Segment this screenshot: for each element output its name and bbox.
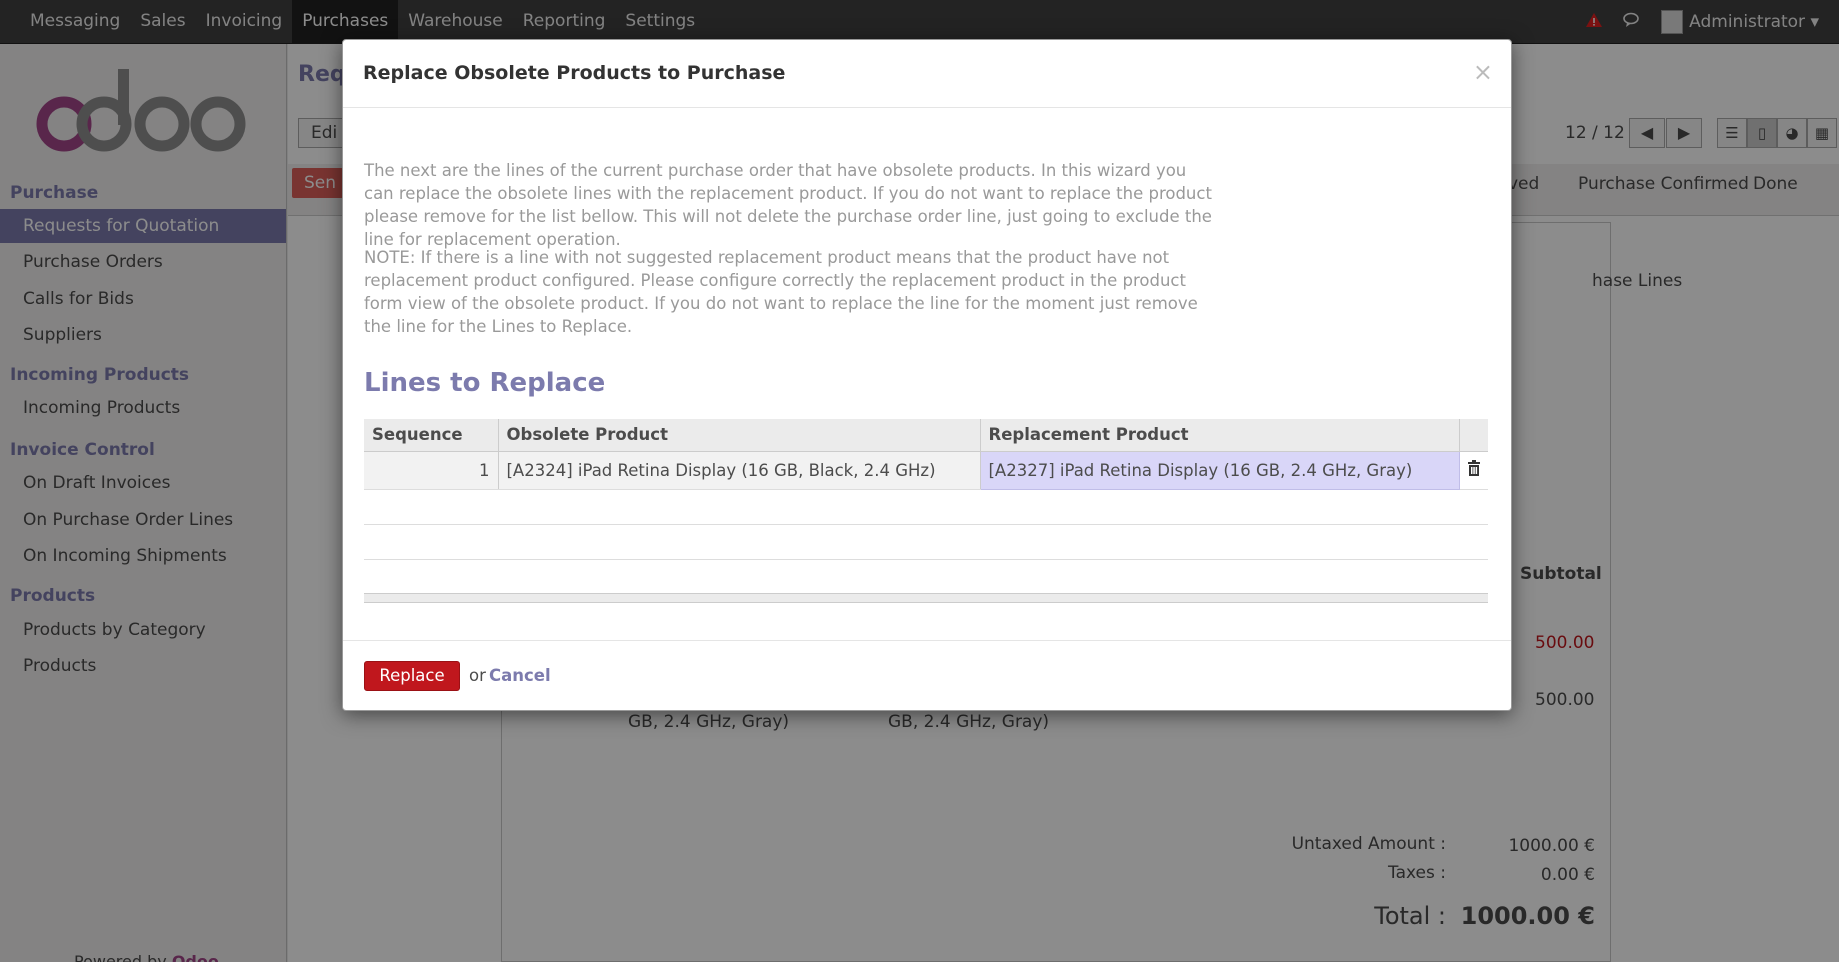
table-header-row: Sequence Obsolete Product Replacement Pr… (364, 419, 1488, 452)
lines-to-replace-title: Lines to Replace (364, 368, 606, 398)
column-obsolete-product[interactable]: Obsolete Product (498, 419, 981, 452)
or-text: or (469, 666, 486, 685)
wizard-note: NOTE: If there is a line with not sugges… (364, 248, 1198, 336)
obsolete-product-cell[interactable]: [A2324] iPad Retina Display (16 GB, Blac… (498, 451, 981, 490)
replacement-product-cell[interactable]: [A2327] iPad Retina Display (16 GB, 2.4 … (979, 450, 1460, 490)
lines-to-replace-table: Sequence Obsolete Product Replacement Pr… (364, 419, 1488, 490)
trash-icon (1467, 459, 1480, 476)
empty-row-divider (364, 524, 1488, 525)
delete-row-button[interactable] (1459, 451, 1488, 490)
column-sequence[interactable]: Sequence (364, 419, 499, 452)
modal-title: Replace Obsolete Products to Purchase (363, 62, 786, 84)
replace-button[interactable]: Replace (364, 661, 460, 691)
table-footer (364, 593, 1488, 603)
close-icon[interactable]: × (1473, 58, 1493, 86)
column-replacement-product[interactable]: Replacement Product (980, 419, 1460, 452)
empty-row-divider (364, 559, 1488, 560)
cancel-link[interactable]: Cancel (489, 666, 551, 685)
column-actions (1459, 419, 1488, 452)
table-row: 1 [A2324] iPad Retina Display (16 GB, Bl… (364, 450, 1488, 490)
replace-obsolete-products-dialog: Replace Obsolete Products to Purchase × … (342, 39, 1512, 711)
wizard-description: The next are the lines of the current pu… (364, 161, 1212, 249)
sequence-cell[interactable]: 1 (364, 451, 499, 490)
modal-header: Replace Obsolete Products to Purchase × (343, 40, 1511, 108)
modal-footer: Replace or Cancel (343, 640, 1511, 712)
